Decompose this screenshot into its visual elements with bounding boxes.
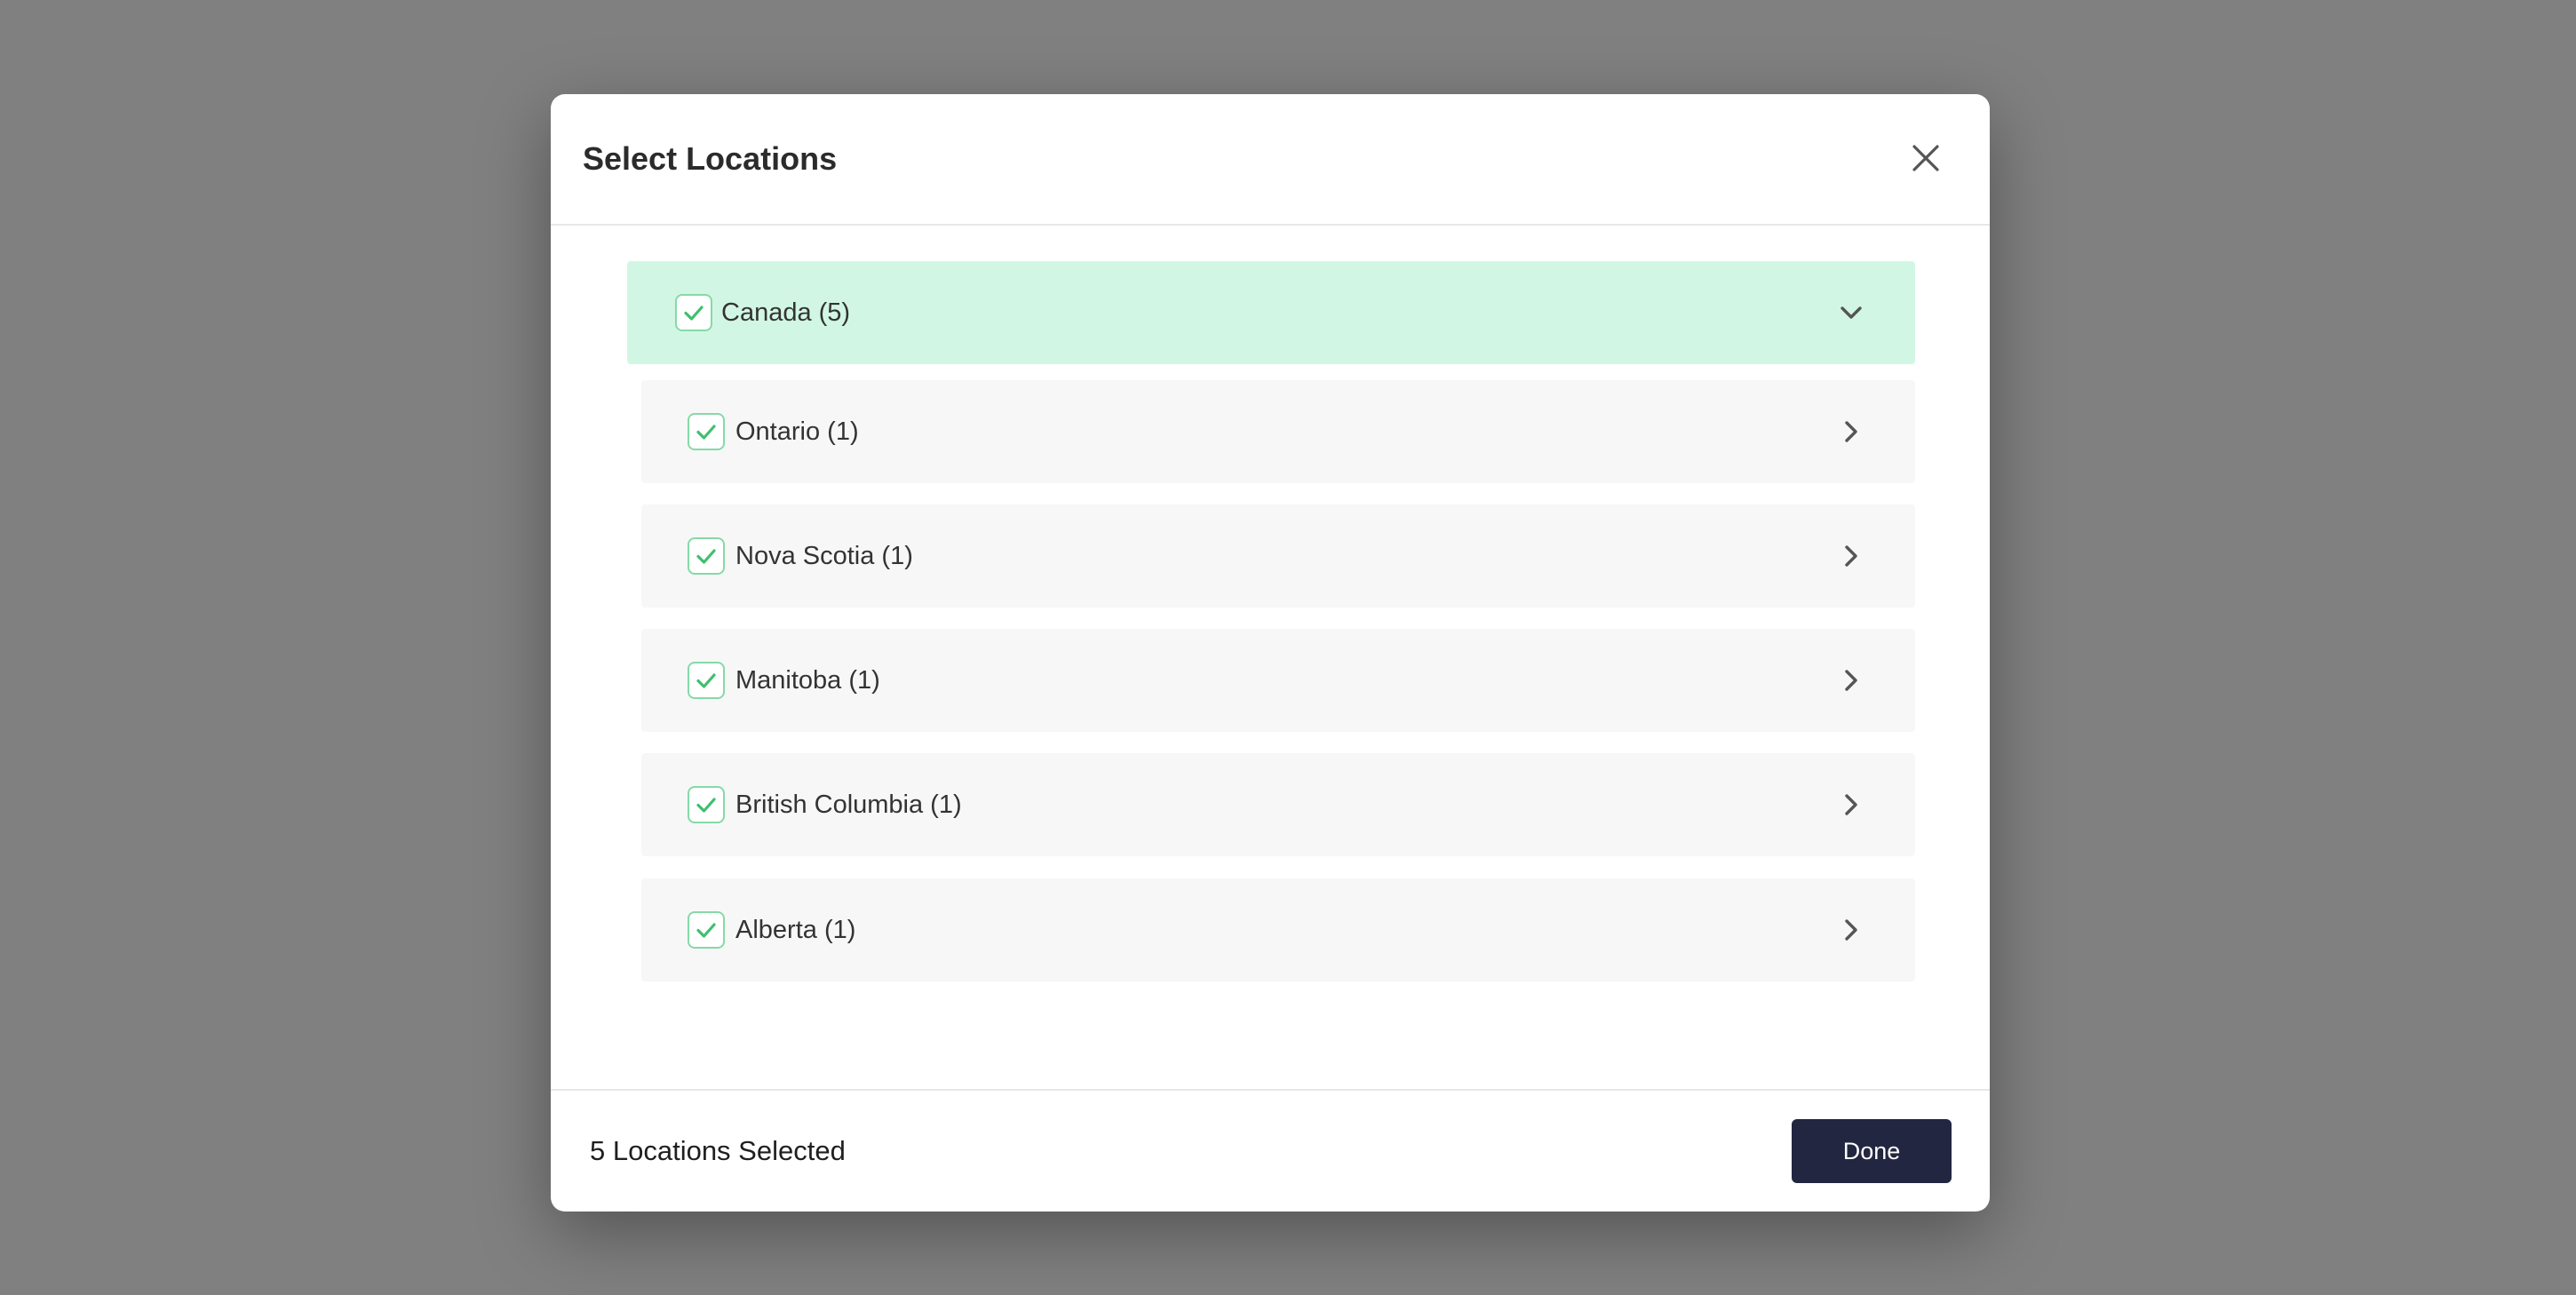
chevron-right-icon — [1845, 545, 1857, 567]
expand-toggle[interactable] — [1833, 663, 1869, 698]
tree-row-british-columbia[interactable]: British Columbia (1) — [641, 753, 1915, 856]
check-icon — [696, 923, 716, 938]
tree-row-nova-scotia[interactable]: Nova Scotia (1) — [641, 504, 1915, 608]
checkbox-nova-scotia[interactable] — [688, 537, 725, 575]
chevron-right-icon — [1845, 421, 1857, 442]
check-icon — [696, 549, 716, 564]
dialog-footer: 5 Locations Selected Done — [551, 1089, 1990, 1212]
expand-toggle[interactable] — [1833, 295, 1869, 330]
select-locations-dialog: Select Locations Canada (5) Ontario (1) … — [551, 94, 1990, 1212]
check-icon — [696, 425, 716, 440]
tree-row-label: Manitoba (1) — [735, 666, 880, 695]
tree-row-label: Nova Scotia (1) — [735, 542, 913, 570]
tree-row-label: Canada (5) — [721, 298, 851, 327]
expand-toggle[interactable] — [1833, 912, 1869, 948]
checkbox-alberta[interactable] — [688, 911, 725, 949]
checkbox-manitoba[interactable] — [688, 662, 725, 699]
checkbox-ontario[interactable] — [688, 413, 725, 450]
check-icon — [696, 673, 716, 688]
check-icon — [684, 306, 704, 321]
checkbox-canada[interactable] — [675, 294, 712, 331]
tree-row-manitoba[interactable]: Manitoba (1) — [641, 629, 1915, 732]
tree-row-label: Ontario (1) — [735, 417, 859, 446]
tree-row-label: British Columbia (1) — [735, 791, 962, 819]
chevron-right-icon — [1845, 670, 1857, 691]
expand-toggle[interactable] — [1833, 414, 1869, 449]
checkbox-british-columbia[interactable] — [688, 786, 725, 823]
dialog-title: Select Locations — [583, 140, 838, 177]
tree-row-canada[interactable]: Canada (5) — [627, 261, 1915, 364]
tree-row-ontario[interactable]: Ontario (1) — [641, 380, 1915, 483]
expand-toggle[interactable] — [1833, 787, 1869, 822]
chevron-right-icon — [1845, 919, 1857, 941]
chevron-down-icon — [1841, 306, 1862, 319]
done-button[interactable]: Done — [1792, 1119, 1952, 1183]
dialog-header: Select Locations — [551, 94, 1990, 226]
close-button[interactable] — [1904, 137, 1947, 179]
expand-toggle[interactable] — [1833, 538, 1869, 574]
chevron-right-icon — [1845, 794, 1857, 815]
check-icon — [696, 798, 716, 813]
tree-row-label: Alberta (1) — [735, 916, 856, 944]
tree-row-alberta[interactable]: Alberta (1) — [641, 878, 1915, 981]
close-icon — [1912, 145, 1939, 171]
selected-count: 5 Locations Selected — [590, 1135, 846, 1166]
